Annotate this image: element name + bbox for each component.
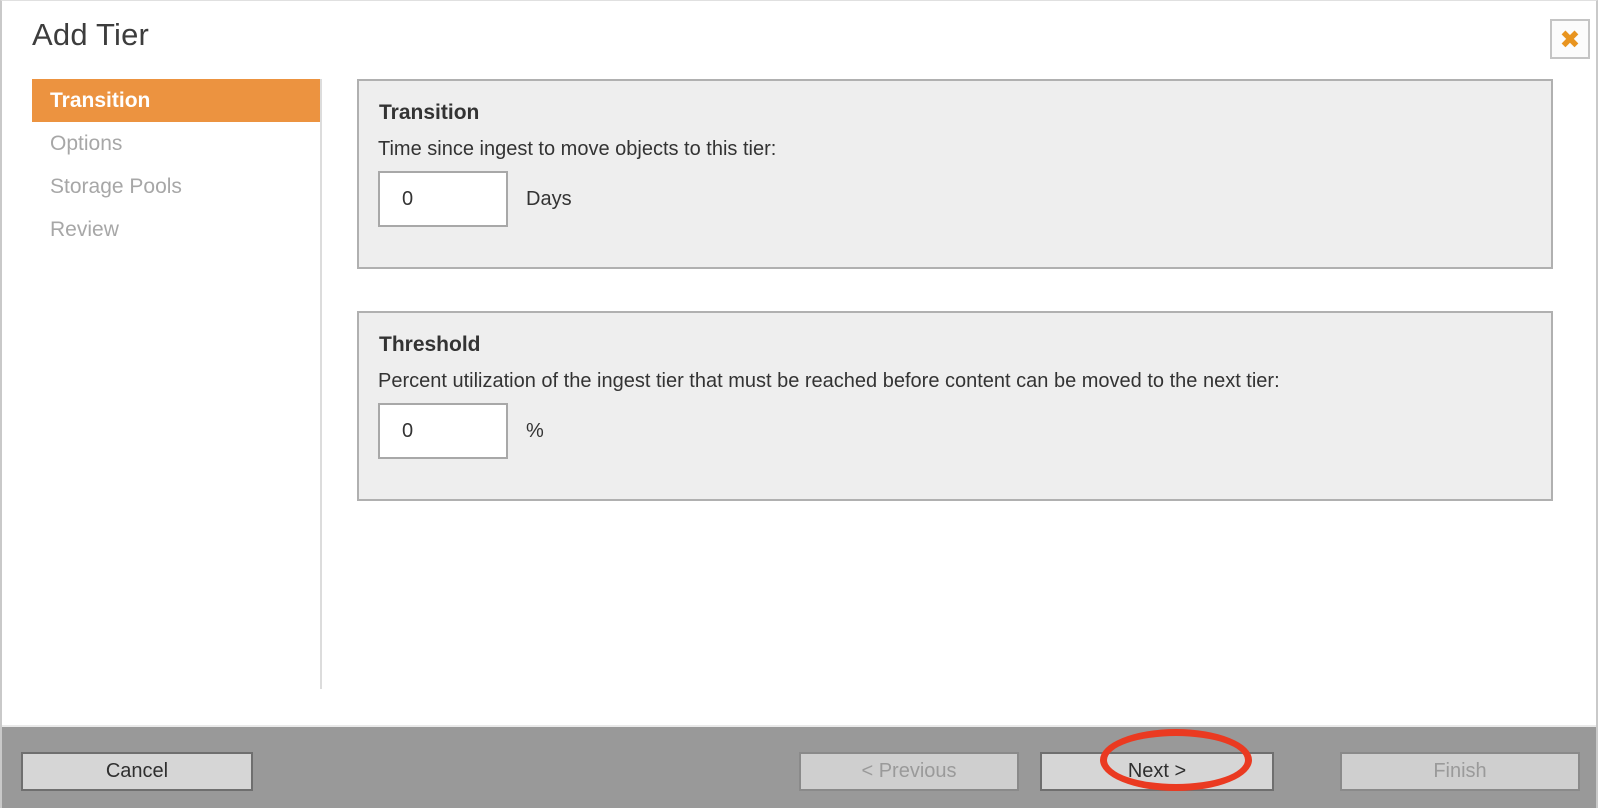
transition-panel: Transition Time since ingest to move obj… — [357, 79, 1553, 269]
close-button[interactable]: ✖ — [1550, 19, 1590, 59]
previous-button[interactable]: < Previous — [799, 752, 1019, 791]
transition-field-row: Days — [378, 171, 572, 227]
transition-unit-label: Days — [526, 187, 572, 210]
sidebar-item-label: Options — [50, 131, 123, 155]
dialog-footer: Cancel < Previous Next > Finish — [2, 725, 1596, 808]
threshold-field-row: % — [378, 403, 544, 459]
add-tier-dialog: Add Tier ✖ Transition Options Storage Po… — [0, 0, 1598, 808]
transition-panel-description: Time since ingest to move objects to thi… — [378, 138, 777, 160]
threshold-percent-input[interactable] — [378, 403, 508, 459]
sidebar-divider — [320, 79, 322, 689]
threshold-panel-heading: Threshold — [379, 333, 481, 356]
threshold-unit-label: % — [526, 419, 544, 442]
finish-button[interactable]: Finish — [1340, 752, 1580, 791]
sidebar-item-review[interactable]: Review — [32, 208, 320, 251]
next-button[interactable]: Next > — [1040, 752, 1274, 791]
transition-panel-heading: Transition — [379, 101, 480, 124]
cancel-button[interactable]: Cancel — [21, 752, 253, 791]
threshold-panel: Threshold Percent utilization of the ing… — [357, 311, 1553, 501]
close-x-icon: ✖ — [1559, 24, 1581, 54]
transition-days-input[interactable] — [378, 171, 508, 227]
sidebar-item-transition[interactable]: Transition — [32, 79, 320, 122]
sidebar-item-label: Storage Pools — [50, 174, 182, 198]
sidebar-item-options[interactable]: Options — [32, 122, 320, 165]
page-title: Add Tier — [32, 17, 150, 52]
sidebar-item-label: Review — [50, 217, 119, 241]
threshold-panel-description: Percent utilization of the ingest tier t… — [378, 370, 1280, 392]
sidebar-item-label: Transition — [50, 88, 151, 112]
sidebar-item-storage-pools[interactable]: Storage Pools — [32, 165, 320, 208]
wizard-step-nav: Transition Options Storage Pools Review — [32, 79, 320, 251]
